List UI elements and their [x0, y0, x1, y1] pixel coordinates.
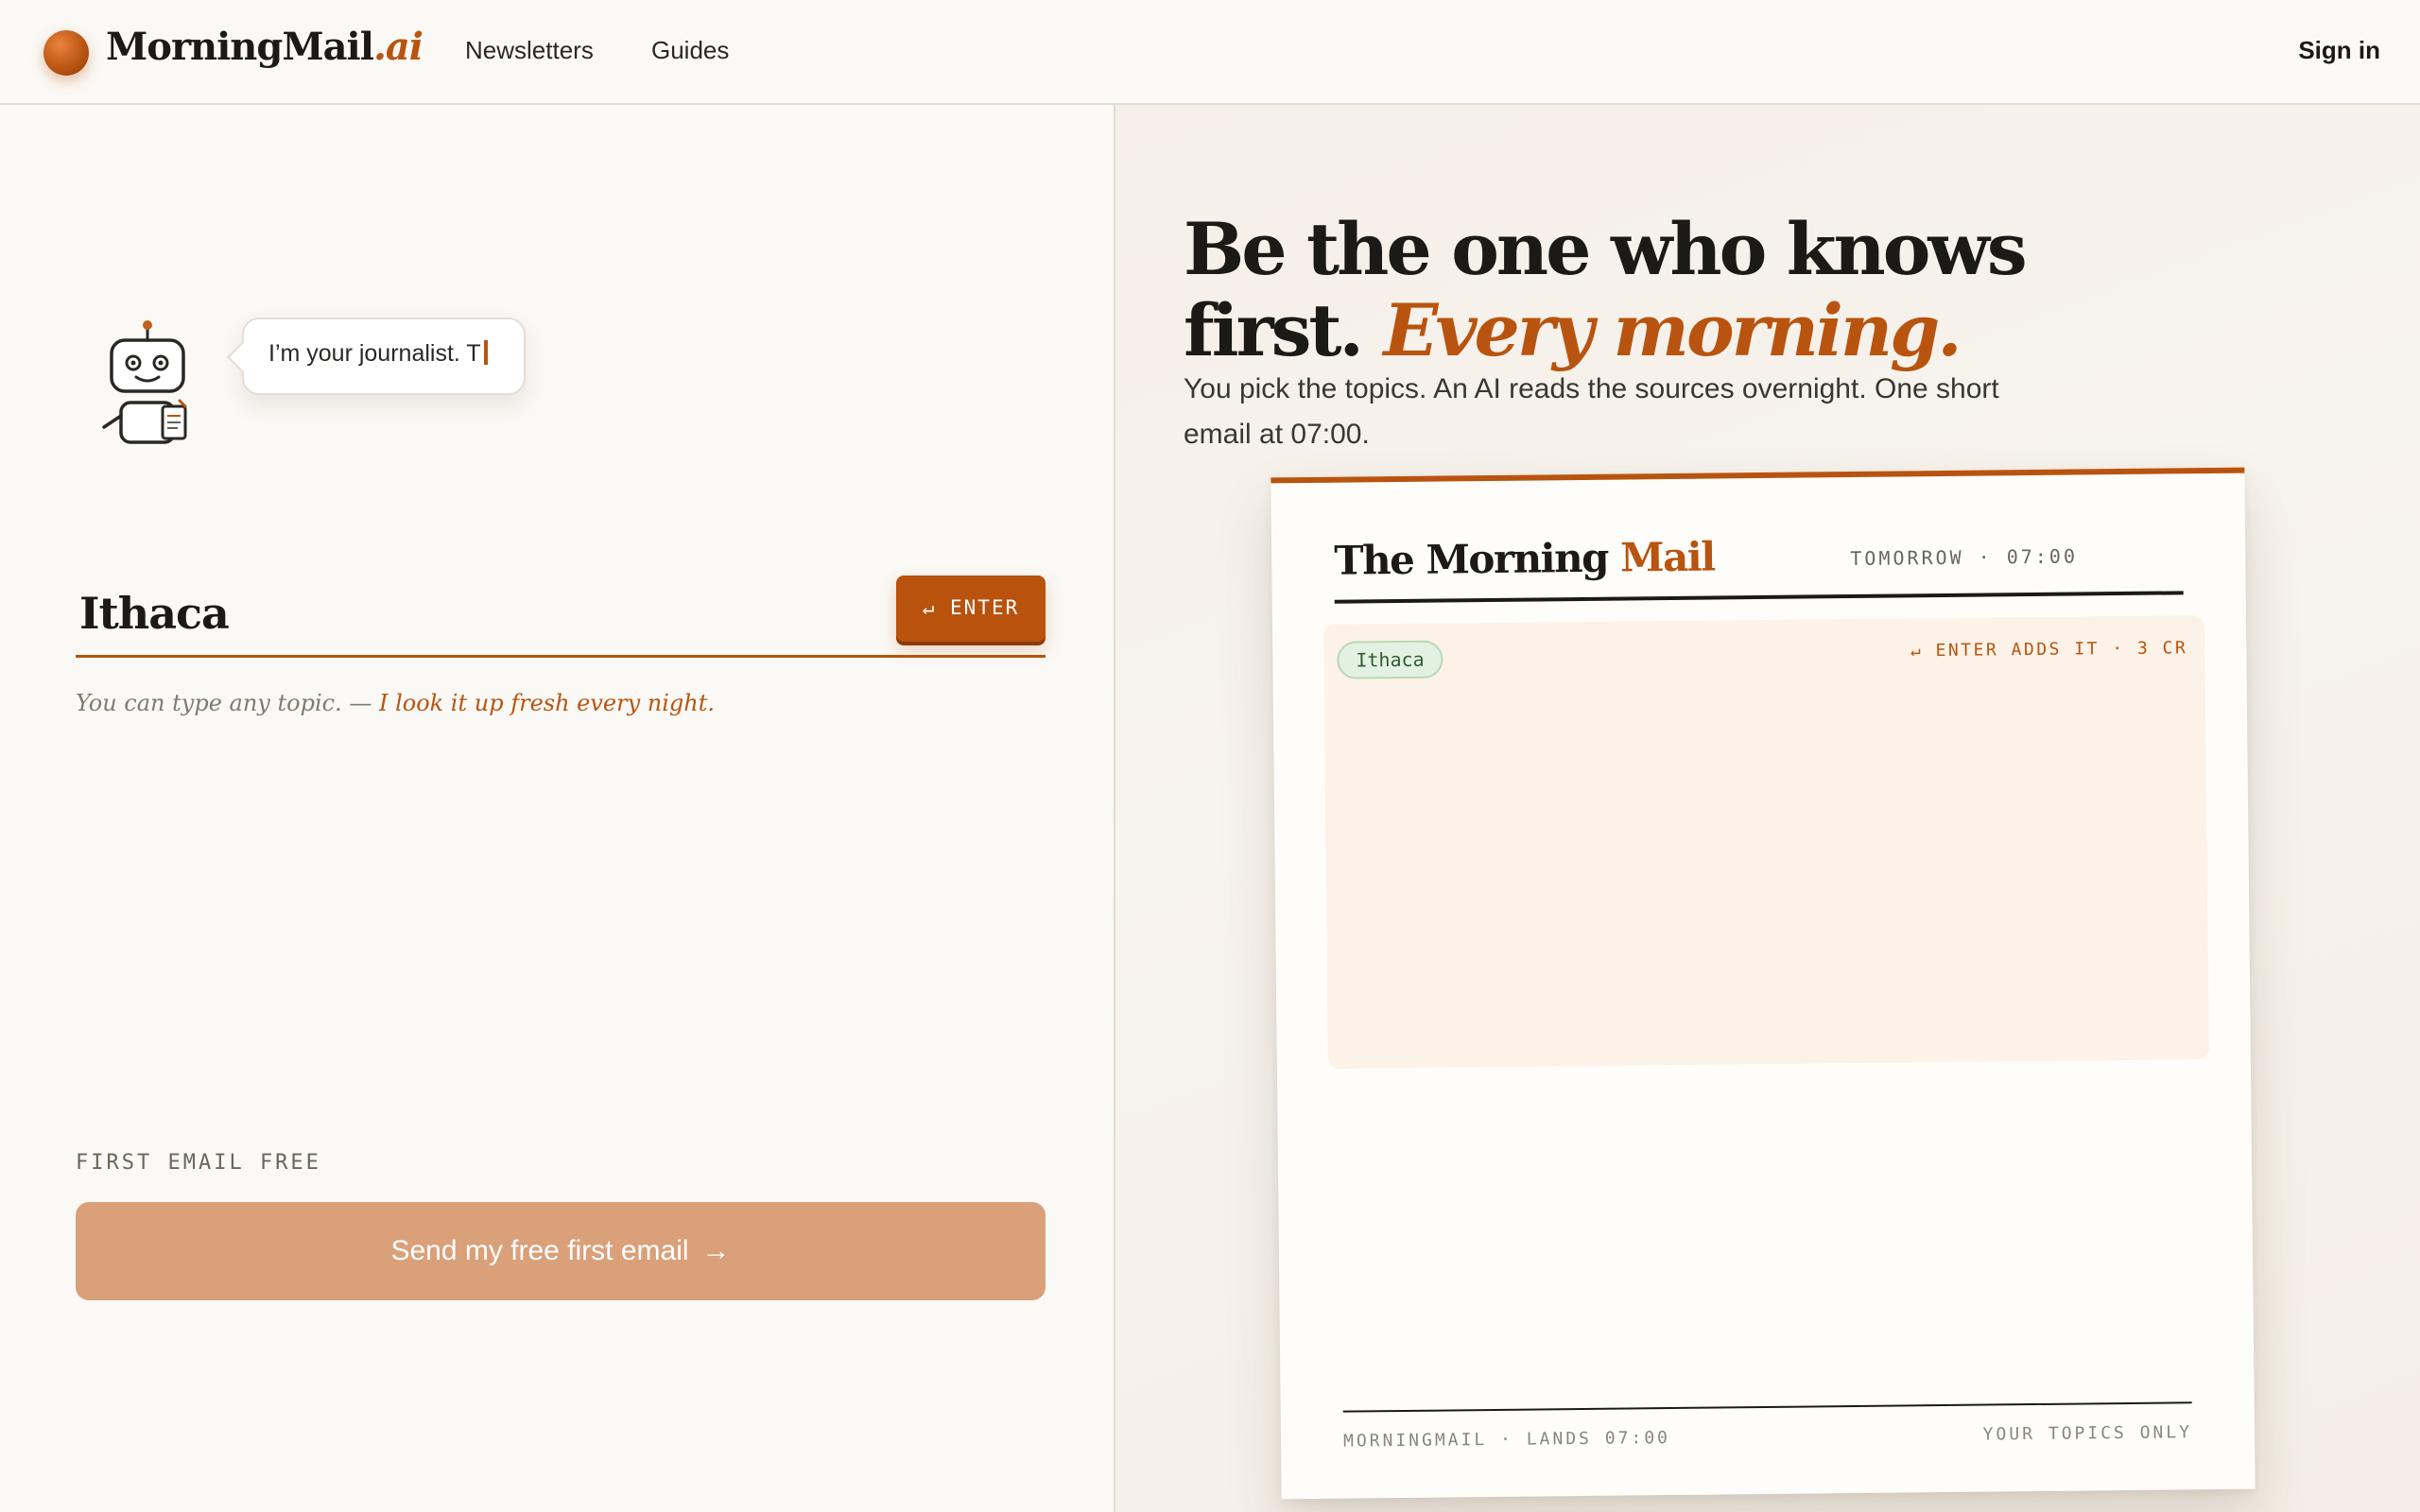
topic-hint: You can type any topic. — I look it up f…: [76, 690, 715, 716]
preview-footer-left: MORNINGMAIL · LANDS 07:00: [1342, 1428, 1671, 1452]
preview-rule: [1334, 591, 2184, 604]
logo-orb-icon[interactable]: [43, 30, 89, 76]
headline-line1: Be the one who knows: [1184, 206, 2028, 291]
hint-emphasis: I look it up fresh every night.: [378, 690, 716, 716]
sign-in-link[interactable]: Sign in: [2298, 36, 2380, 65]
preview-delivery-time: TOMORROW · 07:00: [1850, 544, 2079, 571]
send-button-label: Send my free first email: [390, 1235, 689, 1266]
bubble-text: I’m your journalist. T: [268, 340, 481, 367]
first-email-free-label: FIRST EMAIL FREE: [76, 1151, 321, 1175]
preview-footer-right: YOUR TOPICS ONLY: [1982, 1422, 2193, 1445]
send-first-email-button[interactable]: Send my free first email →: [76, 1202, 1046, 1300]
site-header: MorningMail.ai Newsletters Guides Sign i…: [0, 0, 2420, 105]
nav-newsletters[interactable]: Newsletters: [465, 36, 594, 65]
enter-adds-note: ↵ ENTER ADDS IT · 3 CR: [1910, 638, 2188, 662]
brand-suffix: .ai: [372, 25, 424, 69]
hint-text: You can type any topic. —: [76, 690, 372, 716]
preview-title: The Morning Mail: [1334, 534, 1715, 584]
arrow-right-icon: →: [701, 1235, 731, 1266]
brand-name: MorningMail: [106, 25, 374, 69]
hero-headline: Be the one who knows first. Every mornin…: [1184, 206, 2223, 372]
speech-bubble: I’m your journalist. T: [242, 318, 526, 395]
robot-journalist-icon: [98, 318, 202, 450]
preview-title-main: The Morning: [1334, 534, 1609, 584]
preview-topics-area: Ithaca ↵ ENTER ADDS IT · 3 CR: [1322, 615, 2209, 1069]
preview-footer-rule: [1342, 1401, 2192, 1413]
nav-guides[interactable]: Guides: [651, 36, 729, 65]
brand-logo[interactable]: MorningMail.ai: [106, 25, 424, 69]
typing-caret: [483, 340, 488, 365]
email-preview-card: The Morning Mail TOMORROW · 07:00 Ithaca…: [1270, 467, 2256, 1500]
topic-chip[interactable]: Ithaca: [1337, 640, 1443, 679]
headline-accent: Every morning.: [1383, 287, 1962, 372]
headline-line2: first.: [1184, 287, 1364, 372]
preview-title-accent: Mail: [1619, 533, 1715, 581]
hero-subhead: You pick the topics. An AI reads the sou…: [1184, 373, 1999, 450]
enter-button[interactable]: ↵ ENTER: [896, 576, 1046, 642]
